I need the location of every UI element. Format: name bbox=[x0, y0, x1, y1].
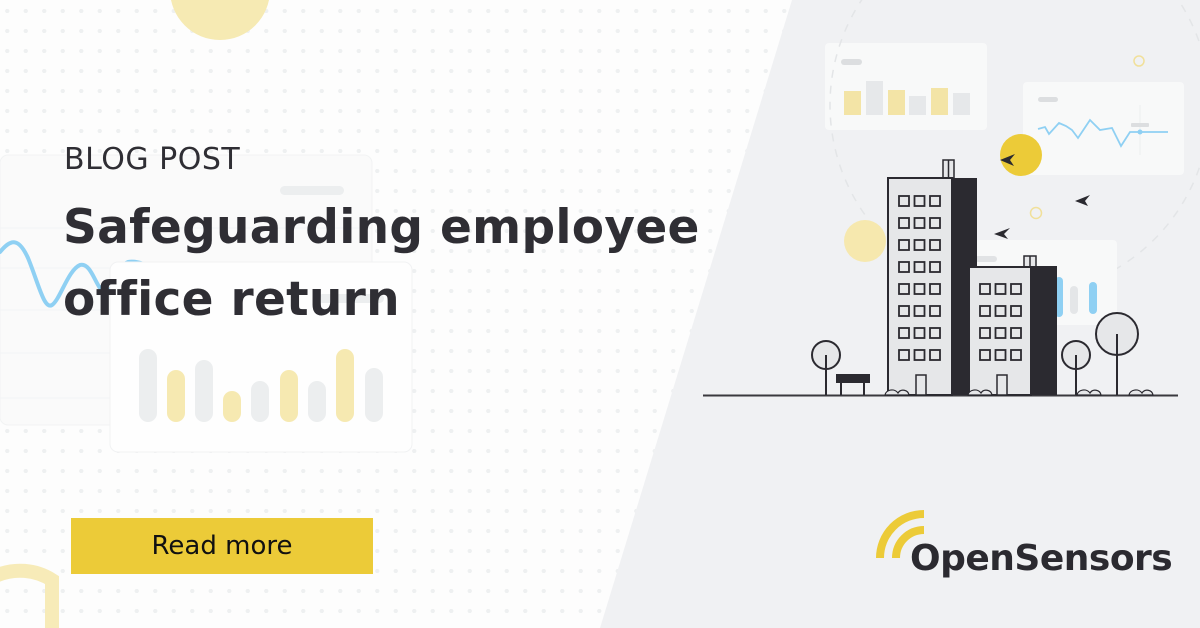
bar bbox=[1070, 286, 1078, 314]
brand-name: OpenSensors bbox=[910, 538, 1173, 579]
bar bbox=[365, 368, 383, 422]
bar bbox=[280, 370, 298, 422]
card-label-bar bbox=[1038, 97, 1058, 102]
bar bbox=[167, 370, 185, 422]
line-chart-card bbox=[1023, 82, 1184, 175]
bar bbox=[909, 96, 926, 115]
bar bbox=[336, 349, 354, 422]
tooltip-bar bbox=[1131, 123, 1149, 127]
bar bbox=[223, 391, 241, 422]
read-more-button[interactable]: Read more bbox=[71, 518, 373, 574]
yellow-half-circle bbox=[171, 0, 269, 40]
bar bbox=[953, 93, 970, 115]
bar-chart-card bbox=[825, 43, 987, 130]
bar bbox=[866, 81, 883, 115]
post-category: BLOG POST bbox=[64, 142, 241, 177]
brand-logo[interactable]: OpenSensors bbox=[876, 508, 1173, 588]
post-title: Safeguarding employee office return bbox=[63, 192, 763, 336]
tall-building bbox=[884, 159, 977, 396]
bar bbox=[888, 90, 905, 115]
bar bbox=[195, 360, 213, 422]
bar bbox=[308, 381, 326, 422]
yellow-arc bbox=[0, 563, 59, 628]
bar bbox=[1089, 282, 1097, 314]
bar bbox=[844, 91, 861, 115]
card-label-bar bbox=[841, 59, 862, 65]
short-building bbox=[967, 255, 1057, 396]
card-label-bar bbox=[975, 256, 997, 262]
pale-yellow-circle bbox=[844, 220, 886, 262]
post-title-line-2: office return bbox=[63, 272, 400, 327]
yellow-sun bbox=[1000, 134, 1042, 176]
bar bbox=[251, 381, 269, 422]
sparkline-point bbox=[1137, 129, 1143, 135]
bar bbox=[139, 349, 157, 422]
bar bbox=[931, 88, 948, 115]
post-title-line-1: Safeguarding employee bbox=[63, 200, 700, 255]
